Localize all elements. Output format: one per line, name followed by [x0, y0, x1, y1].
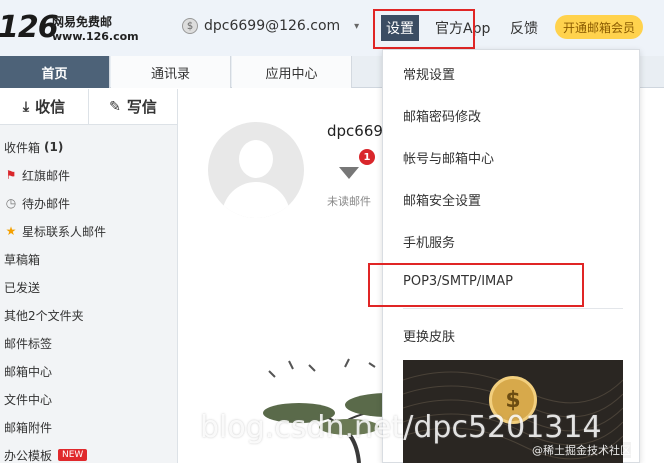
- coin-icon: $: [182, 18, 198, 34]
- menu-item-mobile[interactable]: 手机服务: [403, 232, 455, 251]
- folder-label: 已发送: [4, 280, 41, 295]
- user-email: dpc6699@126.com: [204, 18, 341, 34]
- avatar[interactable]: [208, 122, 304, 218]
- new-badge: NEW: [58, 449, 88, 461]
- folder-label: 文件中心: [4, 392, 53, 407]
- unread-label[interactable]: 未读邮件: [327, 193, 371, 209]
- receive-label: 收信: [35, 98, 66, 116]
- tab-home[interactable]: 首页: [0, 56, 110, 88]
- user-account-menu[interactable]: $ dpc6699@126.com ▾: [182, 18, 359, 34]
- menu-item-password[interactable]: 邮箱密码修改: [403, 106, 481, 125]
- compose-row: ⤓ 收信 ✎ 写信: [0, 89, 177, 125]
- folder-office-templates[interactable]: 办公模板 NEW: [0, 441, 177, 463]
- folder-todo[interactable]: ◷ 待办邮件: [0, 189, 177, 217]
- folder-label: 草稿箱: [4, 252, 41, 267]
- folder-drafts[interactable]: 草稿箱: [0, 245, 177, 273]
- feedback-link[interactable]: 反馈: [510, 18, 538, 38]
- folder-attachments[interactable]: 邮箱附件: [0, 413, 177, 441]
- watermark-csdn: blog.csdn.net/dpc5201314: [200, 410, 602, 445]
- chevron-down-icon: ▾: [354, 20, 360, 32]
- settings-dropdown: 常规设置 邮箱密码修改 帐号与邮箱中心 邮箱安全设置 手机服务 POP3/SMT…: [382, 49, 640, 463]
- pencil-icon: ✎: [109, 98, 121, 115]
- tab-app-center[interactable]: 应用中心: [232, 56, 352, 88]
- folder-label: 待办邮件: [22, 196, 71, 211]
- write-button[interactable]: ✎ 写信: [88, 89, 177, 124]
- clock-icon: ◷: [5, 196, 17, 210]
- folder-flagged[interactable]: ⚑ 红旗邮件: [0, 161, 177, 189]
- logo-number: 126: [0, 10, 59, 45]
- folder-label: 邮件标签: [4, 336, 53, 351]
- avatar-body-shape: [222, 182, 290, 218]
- menu-divider: [403, 308, 623, 309]
- write-label: 写信: [126, 98, 157, 116]
- folder-label: 办公模板: [4, 448, 53, 463]
- menu-item-security[interactable]: 邮箱安全设置: [403, 190, 481, 209]
- folder-tags[interactable]: 邮件标签: [0, 329, 177, 357]
- inbox-download-icon: ⤓: [22, 98, 30, 115]
- highlight-box-pop3: [368, 263, 584, 307]
- folder-label: 其他2个文件夹: [4, 308, 84, 323]
- username: dpc669: [327, 122, 383, 140]
- folder-label: 收件箱: [4, 140, 41, 155]
- folder-label: 星标联系人邮件: [22, 224, 107, 239]
- unread-count-badge: 1: [359, 149, 375, 165]
- inbox-count: (1): [44, 140, 64, 154]
- folder-inbox[interactable]: 收件箱 (1): [0, 133, 177, 161]
- folder-label: 邮箱附件: [4, 420, 53, 435]
- logo-title: 网易免费邮: [52, 15, 113, 29]
- folder-label: 邮箱中心: [4, 364, 53, 379]
- folder-file-center[interactable]: 文件中心: [0, 385, 177, 413]
- folder-list: 收件箱 (1) ⚑ 红旗邮件 ◷ 待办邮件 ★ 星标联系人邮件 草稿箱 已发送 …: [0, 125, 177, 463]
- flag-icon: ⚑: [5, 168, 17, 182]
- logo-url: www.126.com: [52, 30, 139, 43]
- header: 126 网易免费邮 www.126.com $ dpc6699@126.com …: [0, 0, 664, 56]
- mail-triangle-icon[interactable]: [339, 167, 359, 179]
- watermark-juejin: @稀土掘金技术社区: [532, 442, 631, 458]
- star-icon: ★: [5, 224, 17, 238]
- highlight-box-settings: [373, 9, 475, 49]
- folder-sent[interactable]: 已发送: [0, 273, 177, 301]
- menu-item-skin[interactable]: 更换皮肤: [403, 326, 455, 345]
- menu-item-general-settings[interactable]: 常规设置: [403, 64, 455, 83]
- menu-item-account-center[interactable]: 帐号与邮箱中心: [403, 148, 494, 167]
- tab-contacts[interactable]: 通讯录: [111, 56, 231, 88]
- folder-others[interactable]: 其他2个文件夹: [0, 301, 177, 329]
- avatar-head-shape: [239, 140, 273, 178]
- folder-mailbox-center[interactable]: 邮箱中心: [0, 357, 177, 385]
- sidebar: ⤓ 收信 ✎ 写信 收件箱 (1) ⚑ 红旗邮件 ◷ 待办邮件 ★ 星标联系人邮…: [0, 89, 178, 463]
- receive-button[interactable]: ⤓ 收信: [0, 89, 88, 124]
- folder-label: 红旗邮件: [22, 168, 71, 183]
- folder-starred-contacts[interactable]: ★ 星标联系人邮件: [0, 217, 177, 245]
- vip-button[interactable]: 开通邮箱会员: [555, 15, 643, 39]
